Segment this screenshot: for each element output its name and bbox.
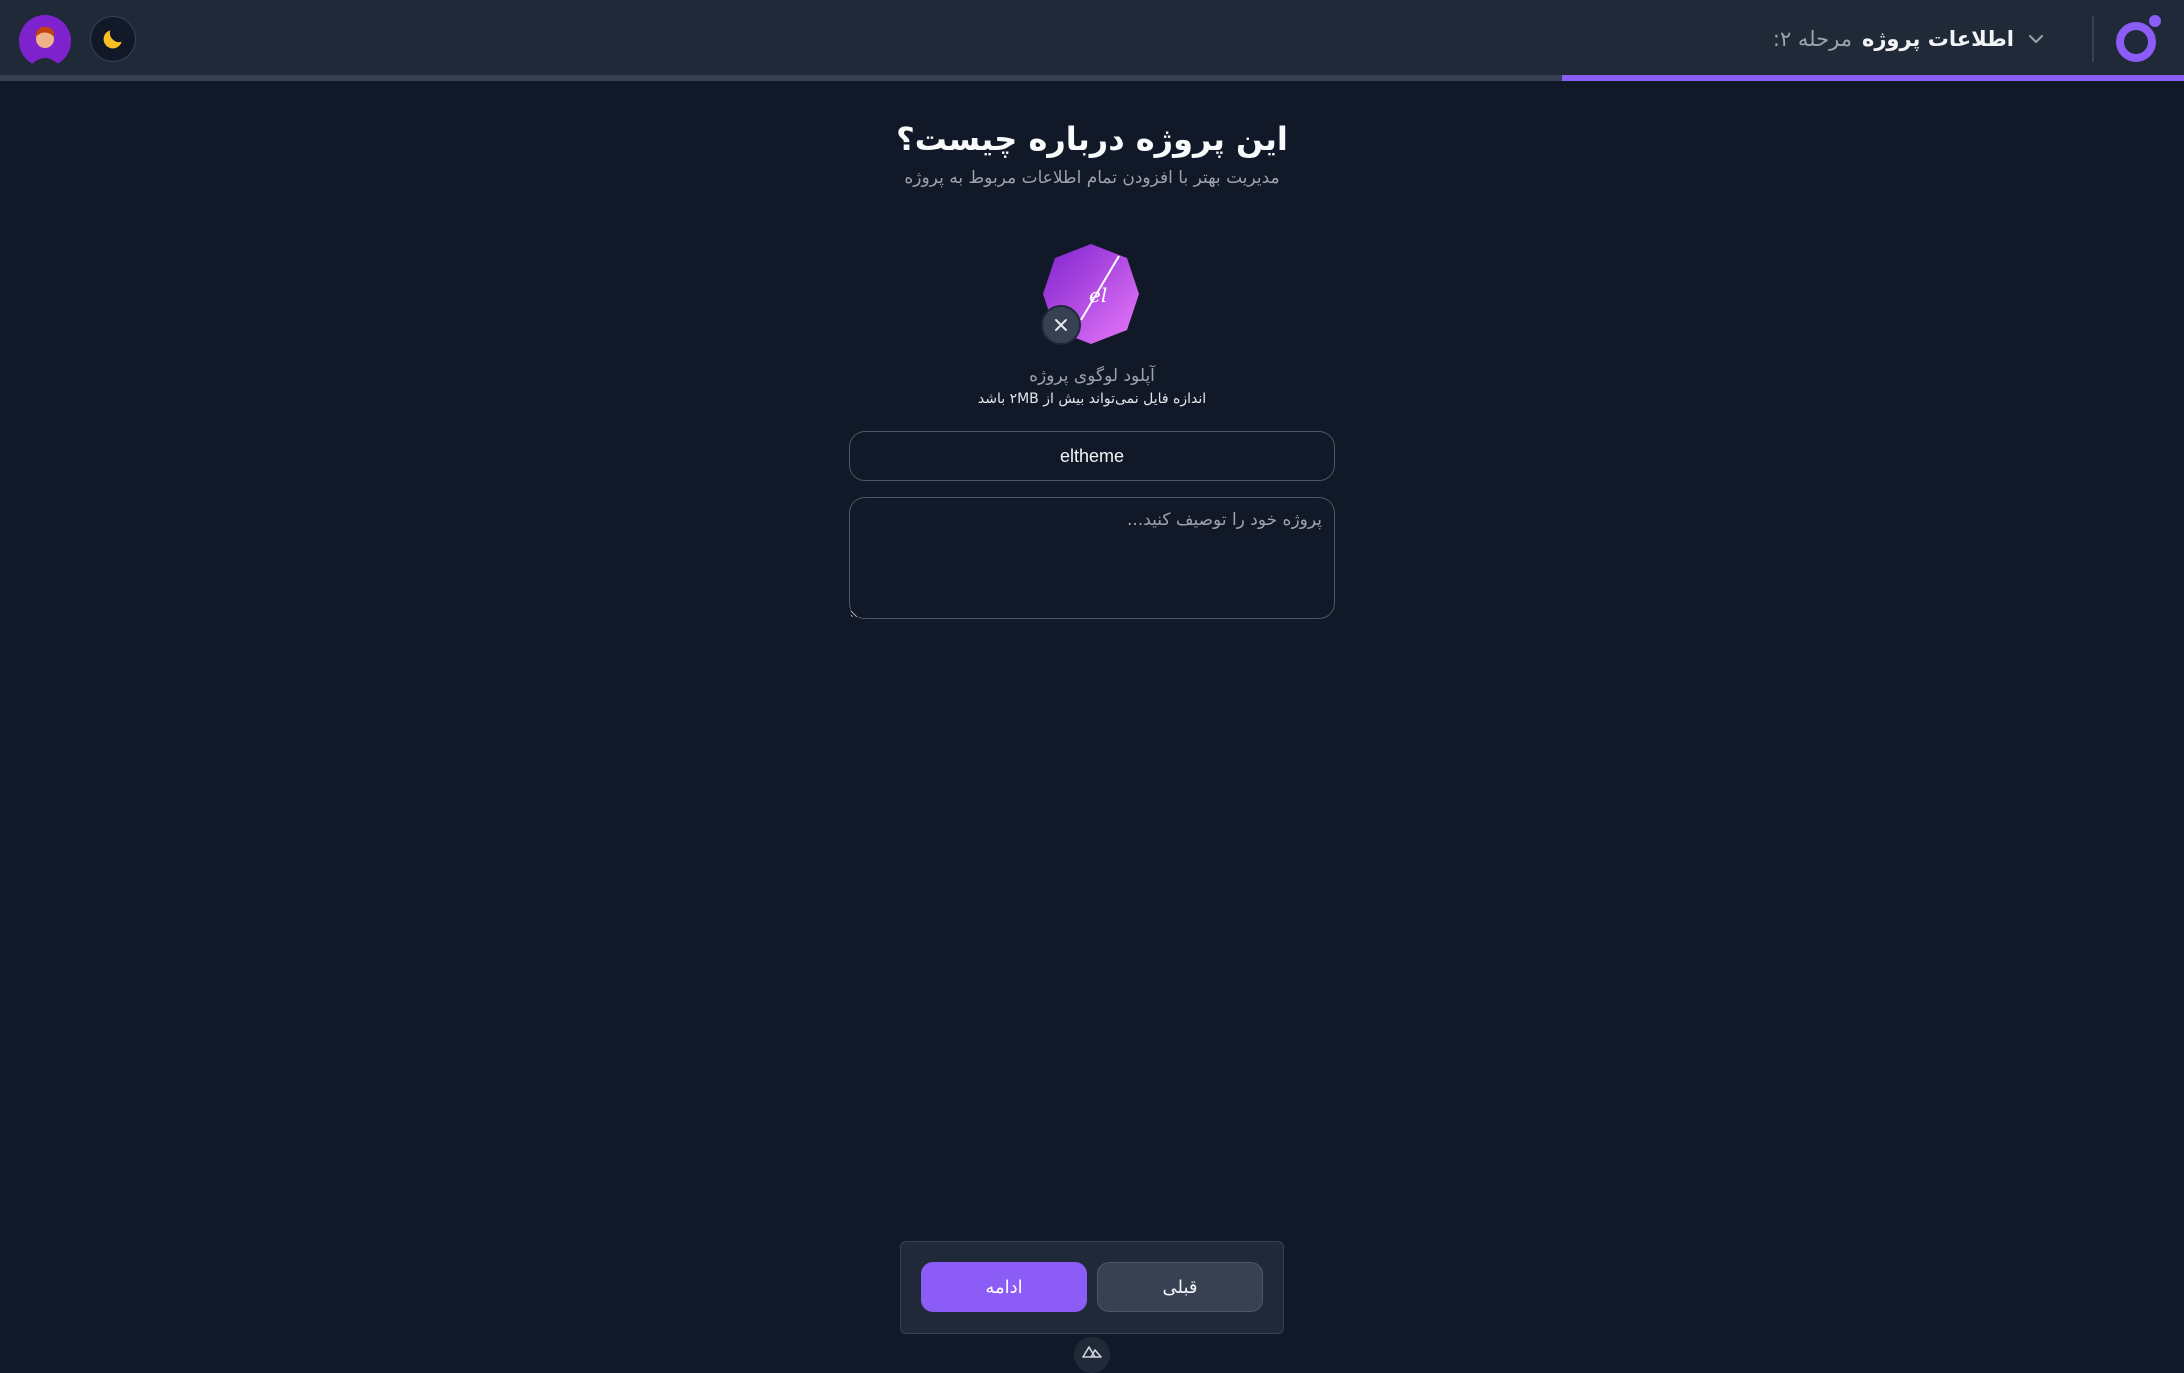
next-button[interactable]: ادامه bbox=[921, 1262, 1087, 1312]
step-label: مرحله ۲: bbox=[1772, 27, 1852, 51]
nuxt-icon bbox=[1082, 1346, 1102, 1358]
page-title: این پروژه درباره چیست؟ bbox=[896, 120, 1288, 158]
action-bar: ادامه قبلی bbox=[900, 1241, 1284, 1334]
upload-hint: اندازه فایل نمی‌تواند بیش از ۲MB باشد bbox=[977, 391, 1207, 407]
project-name-input[interactable] bbox=[849, 431, 1335, 481]
avatar-illustration bbox=[19, 15, 71, 67]
theme-toggle-button[interactable] bbox=[90, 16, 136, 62]
devtools-toggle[interactable] bbox=[1074, 1337, 1110, 1373]
close-icon bbox=[1055, 319, 1067, 331]
page-subtitle: مدیریت بهتر با افزودن تمام اطلاعات مربوط… bbox=[904, 168, 1280, 188]
remove-logo-button[interactable] bbox=[1041, 305, 1081, 345]
header-divider bbox=[2092, 16, 2094, 62]
svg-text:el: el bbox=[1089, 283, 1107, 307]
progress-bar bbox=[0, 75, 2184, 81]
step-selector[interactable]: مرحله ۲: اطلاعات پروژه bbox=[1773, 22, 2064, 56]
step-title: اطلاعات پروژه bbox=[1861, 27, 2014, 51]
moon-icon bbox=[103, 30, 122, 49]
upload-label: آپلود لوگوی پروژه bbox=[1029, 366, 1155, 386]
brand-logo-icon[interactable] bbox=[2114, 14, 2164, 64]
chevron-down-icon[interactable] bbox=[2024, 27, 2048, 51]
previous-button[interactable]: قبلی bbox=[1097, 1262, 1263, 1312]
top-bar: مرحله ۲: اطلاعات پروژه bbox=[0, 0, 2184, 76]
progress-fill bbox=[1561, 75, 2184, 81]
project-description-input[interactable] bbox=[849, 497, 1335, 619]
user-avatar[interactable] bbox=[19, 15, 71, 67]
